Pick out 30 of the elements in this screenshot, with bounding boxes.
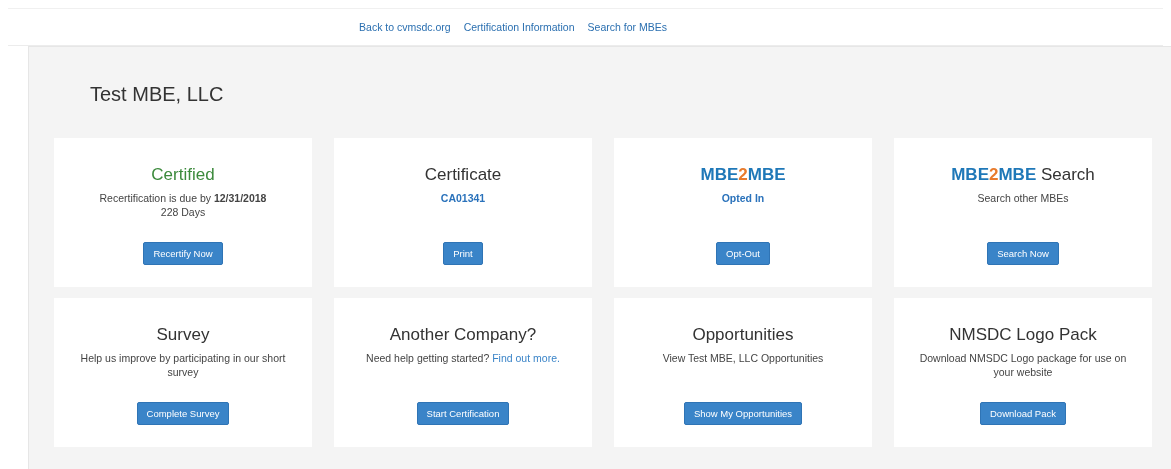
action-button[interactable]: Show My Opportunities: [683, 402, 803, 425]
card-title: MBE2MBE Search: [951, 165, 1095, 185]
action-button[interactable]: Opt-Out: [716, 242, 770, 265]
find-out-more-link[interactable]: Find out more.: [492, 352, 560, 364]
company-title: Test MBE, LLC: [90, 83, 225, 106]
card-title: Opportunities: [692, 325, 794, 345]
card-title: MBE2MBE: [700, 165, 786, 185]
card-title: Another Company?: [389, 325, 537, 345]
action-button[interactable]: Print: [443, 242, 483, 265]
card-text: Download NMSDC Logo package for use on your website: [918, 351, 1128, 379]
action-button[interactable]: Start Certification: [416, 402, 510, 425]
action-button[interactable]: Complete Survey: [136, 402, 230, 425]
card-text: Help us improve by participating in our short survey: [79, 351, 287, 379]
status-text: Opted In: [721, 191, 765, 205]
card-title: Certified: [151, 165, 215, 185]
card-text: View Test MBE, LLC Opportunities: [662, 351, 824, 365]
nav-link[interactable]: Back to cvmsdc.org: [359, 21, 451, 33]
card-text: Search other MBEs: [977, 191, 1069, 205]
action-button[interactable]: Search Now: [987, 242, 1059, 265]
action-button[interactable]: Download Pack: [980, 402, 1066, 425]
card-text: Recertification is due by 12/31/2018: [99, 191, 267, 205]
card-title: Certificate: [424, 165, 502, 185]
card-title: Survey: [156, 325, 210, 345]
nav-link[interactable]: Certification Information: [463, 21, 575, 33]
status-text: CA01341: [440, 191, 486, 205]
card-text: Need help getting started?: [366, 352, 490, 364]
card-text: 228 Days: [160, 205, 206, 219]
action-button[interactable]: Recertify Now: [143, 242, 223, 265]
card-title: NMSDC Logo Pack: [949, 325, 1097, 345]
nav-link[interactable]: Search for MBEs: [587, 21, 667, 33]
